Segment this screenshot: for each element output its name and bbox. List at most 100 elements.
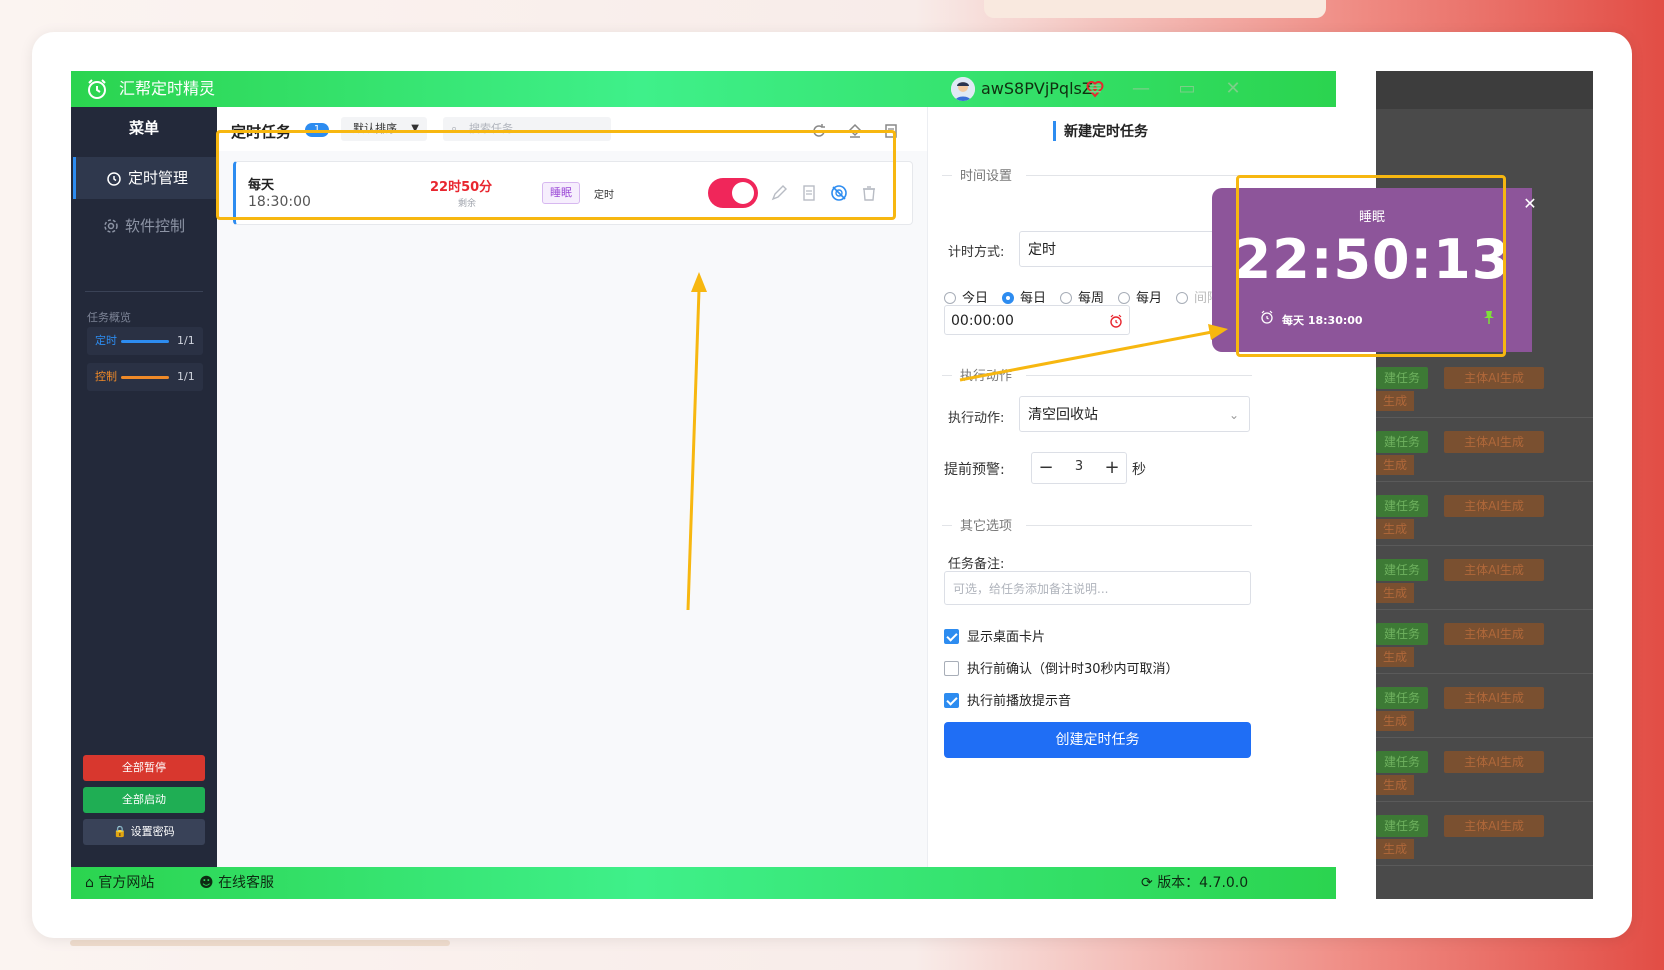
background-row: 建任务 主体AI生成 生成 bbox=[1376, 545, 1593, 610]
maximize-icon[interactable]: ▭ bbox=[1175, 77, 1199, 101]
section-action: 执行动作 bbox=[942, 365, 1252, 385]
repeat-option-monthly[interactable]: 每月 bbox=[1118, 287, 1162, 306]
background-button: 建任务 bbox=[1376, 559, 1428, 581]
repeat-option-daily[interactable]: 每日 bbox=[1002, 287, 1046, 306]
action-value: 清空回收站 bbox=[1028, 407, 1098, 423]
option-confirm-before-run[interactable]: 执行前确认（倒计时30秒内可取消） bbox=[944, 658, 1179, 677]
overview-label: 定时 bbox=[95, 334, 117, 347]
background-button: 生成 bbox=[1376, 711, 1414, 731]
overview-title: 任务概览 bbox=[87, 311, 131, 324]
radio-dot bbox=[1002, 292, 1014, 304]
username[interactable]: awS8PVjPqlsZ bbox=[981, 71, 1093, 107]
create-task-button[interactable]: 创建定时任务 bbox=[944, 722, 1251, 758]
background-button: 主体AI生成 bbox=[1444, 687, 1544, 709]
support-link[interactable]: ☻ 在线客服 bbox=[199, 867, 274, 899]
section-title: 时间设置 bbox=[960, 169, 1013, 184]
website-link[interactable]: ⌂ 官方网站 bbox=[85, 867, 154, 899]
overview-count: 1/1 bbox=[177, 334, 195, 347]
overview-label: 控制 bbox=[95, 370, 117, 383]
checkbox[interactable] bbox=[944, 629, 959, 644]
clock-icon bbox=[107, 172, 121, 186]
sidebar-item-timer-management[interactable]: 定时管理 bbox=[73, 157, 220, 199]
increment-button[interactable]: + bbox=[1098, 453, 1126, 483]
section-line bbox=[942, 175, 952, 176]
warning-value: 3 bbox=[1074, 459, 1084, 474]
notes-label: 任务备注: bbox=[948, 557, 1005, 572]
background-row: 建任务 主体AI生成 生成 bbox=[1376, 353, 1593, 418]
version-info[interactable]: ⟳ 版本：4.7.0.0 bbox=[1141, 867, 1248, 899]
background-row: 建任务 主体AI生成 生成 bbox=[1376, 673, 1593, 738]
app-title: 汇帮定时精灵 bbox=[119, 79, 216, 98]
background-button: 建任务 bbox=[1376, 623, 1428, 645]
background-button: 生成 bbox=[1376, 519, 1414, 539]
sidebar-item-software-control[interactable]: 软件控制 bbox=[73, 205, 217, 247]
repeat-option-today[interactable]: 今日 bbox=[944, 287, 988, 306]
background-button: 建任务 bbox=[1376, 687, 1428, 709]
action-select[interactable]: 清空回收站 ⌄ bbox=[1019, 396, 1250, 432]
decrement-button[interactable]: − bbox=[1032, 453, 1060, 483]
radio-dot bbox=[1118, 292, 1130, 304]
warning-label: 提前预警: bbox=[944, 462, 1005, 478]
refresh-icon: ⟳ bbox=[1141, 875, 1153, 891]
option-label: 执行前播放提示音 bbox=[967, 694, 1072, 709]
background-button: 建任务 bbox=[1376, 431, 1428, 453]
chevron-down-icon: ⌄ bbox=[1228, 408, 1239, 422]
checkbox[interactable] bbox=[944, 661, 959, 676]
option-show-desktop-card[interactable]: 显示桌面卡片 bbox=[944, 626, 1045, 645]
background-row: 建任务 主体AI生成 生成 bbox=[1376, 417, 1593, 482]
section-line bbox=[1026, 375, 1252, 376]
task-list: 每天 18:30:00 22时50分 剩余 睡眠 定时 bbox=[217, 151, 927, 867]
menu-icon[interactable]: ≡ bbox=[1083, 77, 1107, 101]
time-input[interactable]: 00:00:00 bbox=[944, 305, 1130, 335]
start-all-button[interactable]: 全部启动 bbox=[83, 787, 205, 813]
sidebar-item-label: 软件控制 bbox=[125, 217, 186, 235]
sidebar-divider bbox=[85, 291, 203, 292]
radio-dot bbox=[1060, 292, 1072, 304]
support-label: 在线客服 bbox=[218, 875, 275, 891]
warning-stepper[interactable]: − 3 + bbox=[1031, 452, 1127, 484]
section-title: 执行动作 bbox=[960, 369, 1013, 384]
option-label: 显示桌面卡片 bbox=[967, 630, 1046, 645]
background-button: 建任务 bbox=[1376, 815, 1428, 837]
background-button: 生成 bbox=[1376, 583, 1414, 603]
background-row: 建任务 主体AI生成 生成 bbox=[1376, 609, 1593, 674]
pause-all-button[interactable]: 全部暂停 bbox=[83, 755, 205, 781]
background-button: 建任务 bbox=[1376, 751, 1428, 773]
sidebar-item-label: 定时管理 bbox=[128, 169, 189, 187]
background-button: 建任务 bbox=[1376, 367, 1428, 389]
background-button: 主体AI生成 bbox=[1444, 751, 1544, 773]
alarm-icon bbox=[1110, 314, 1122, 328]
set-password-button[interactable]: 🔒 设置密码 bbox=[83, 819, 205, 845]
gear-icon bbox=[104, 219, 118, 233]
background-button: 主体AI生成 bbox=[1444, 623, 1544, 645]
version-label: 版本：4.7.0.0 bbox=[1157, 875, 1249, 891]
radio-dot bbox=[1176, 292, 1188, 304]
background-button: 主体AI生成 bbox=[1444, 367, 1544, 389]
user-avatar-icon bbox=[951, 77, 975, 101]
background-button: 主体AI生成 bbox=[1444, 431, 1544, 453]
avatar[interactable] bbox=[951, 77, 975, 101]
repeat-option-label: 每日 bbox=[1020, 291, 1047, 306]
option-play-sound[interactable]: 执行前播放提示音 bbox=[944, 690, 1071, 709]
checkbox[interactable] bbox=[944, 693, 959, 708]
background-row: 建任务 主体AI生成 生成 bbox=[1376, 481, 1593, 546]
section-line bbox=[1026, 525, 1252, 526]
close-icon[interactable]: ✕ bbox=[1221, 77, 1245, 101]
repeat-option-weekly[interactable]: 每周 bbox=[1060, 287, 1104, 306]
background-button: 生成 bbox=[1376, 839, 1414, 859]
section-title: 其它选项 bbox=[960, 519, 1013, 534]
minimize-icon[interactable]: — bbox=[1129, 77, 1153, 101]
background-row: 建任务 主体AI生成 生成 bbox=[1376, 737, 1593, 802]
background-button: 建任务 bbox=[1376, 495, 1428, 517]
radio-dot bbox=[944, 292, 956, 304]
desktop-card-close-icon[interactable]: ✕ bbox=[1522, 196, 1538, 212]
overview-row-control: 控制 1/1 bbox=[87, 363, 203, 391]
repeat-option-label: 每月 bbox=[1136, 291, 1163, 306]
section-line bbox=[942, 375, 952, 376]
overview-progress-bar bbox=[121, 340, 169, 343]
background-button: 生成 bbox=[1376, 775, 1414, 795]
background-button: 生成 bbox=[1376, 647, 1414, 667]
support-icon: ☻ bbox=[199, 875, 214, 891]
notes-input[interactable]: 可选，给任务添加备注说明... bbox=[944, 571, 1251, 605]
section-other-options: 其它选项 bbox=[942, 515, 1252, 535]
